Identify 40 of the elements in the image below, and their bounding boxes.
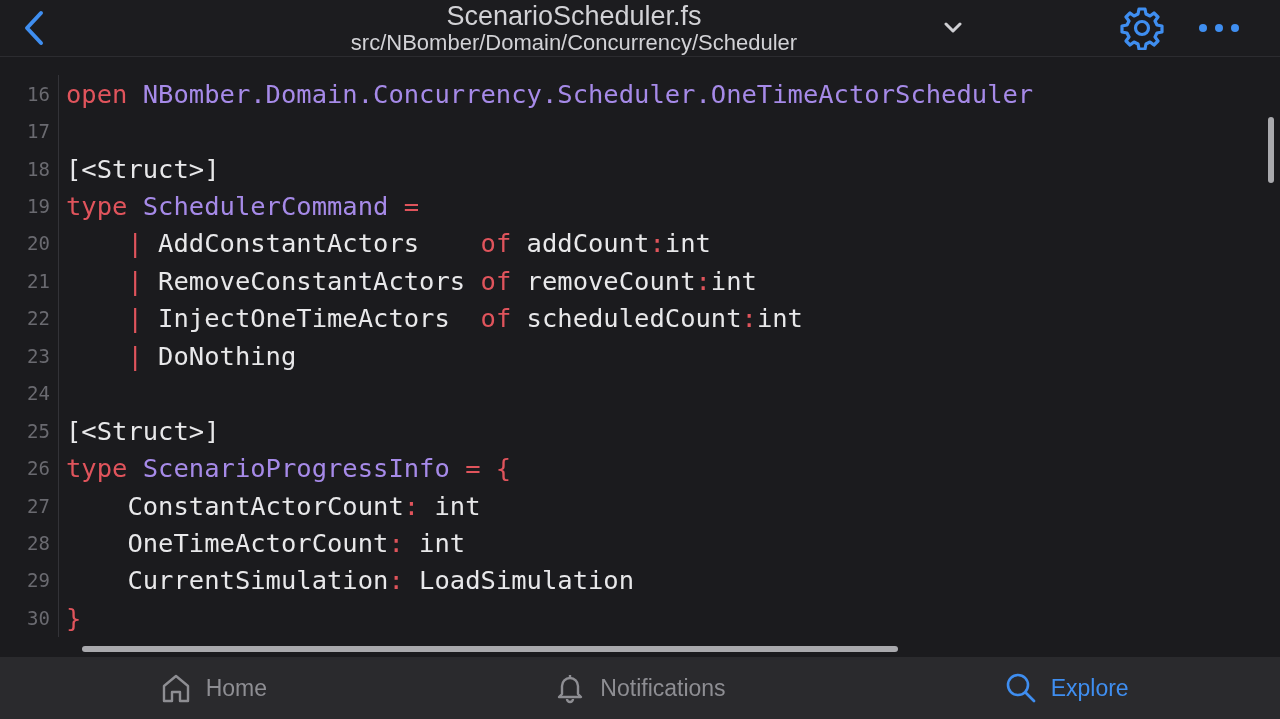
line-number: 16 [0,75,59,113]
file-title: ScenarioScheduler.fs [446,1,702,31]
line-number: 20 [0,224,59,263]
search-icon [1004,672,1037,704]
back-icon[interactable] [24,10,44,46]
code-line: open NBomber.Domain.Concurrency.Scheduler.OneTimeActorScheduler [66,78,1034,109]
line-number: 21 [0,262,59,300]
code-line: | DoNothing [126,340,297,371]
tab[interactable]: Home [0,665,427,711]
code-line: ConstantActorCount: int [126,490,481,521]
code-line: | RemoveConstantActors of removeCount:int [126,265,757,296]
line-number: 17 [0,112,59,150]
line-number: 18 [0,149,59,188]
code-line: [<Struct>] [66,153,220,184]
code-line: OneTimeActorCount: int [126,527,466,558]
scrollbar[interactable] [82,646,898,652]
code-line: | InjectOneTimeActors of scheduledCount:int [126,303,803,334]
line-number: 23 [0,337,59,375]
settings-icon[interactable] [1120,6,1164,50]
line-number: 30 [0,599,59,637]
code-line: type SchedulerCommand = [66,191,420,222]
code-line: type ScenarioProgressInfo = { [66,453,512,484]
line-number: 19 [0,187,59,225]
file-path: src/NBomber/Domain/Concurrency/Scheduler [350,31,798,55]
line-number: 27 [0,486,59,525]
more-icon[interactable] [1198,23,1240,33]
line-number: 28 [0,524,59,562]
line-number: 24 [0,374,59,412]
line-number: 22 [0,299,59,338]
line-number: 26 [0,449,59,487]
tab[interactable]: Explore [853,665,1280,711]
line-number: 29 [0,561,59,600]
code-line: CurrentSimulation: LoadSimulation [126,565,635,596]
tab[interactable]: Notifications [426,665,854,711]
line-number: 25 [0,411,59,450]
code-line: [<Struct>] [66,415,220,446]
scrollbar[interactable] [1268,117,1274,183]
code-line: } [66,602,82,633]
chevron-down-icon[interactable] [944,22,962,34]
code-line: | AddConstantActors of addCount:int [126,228,711,259]
